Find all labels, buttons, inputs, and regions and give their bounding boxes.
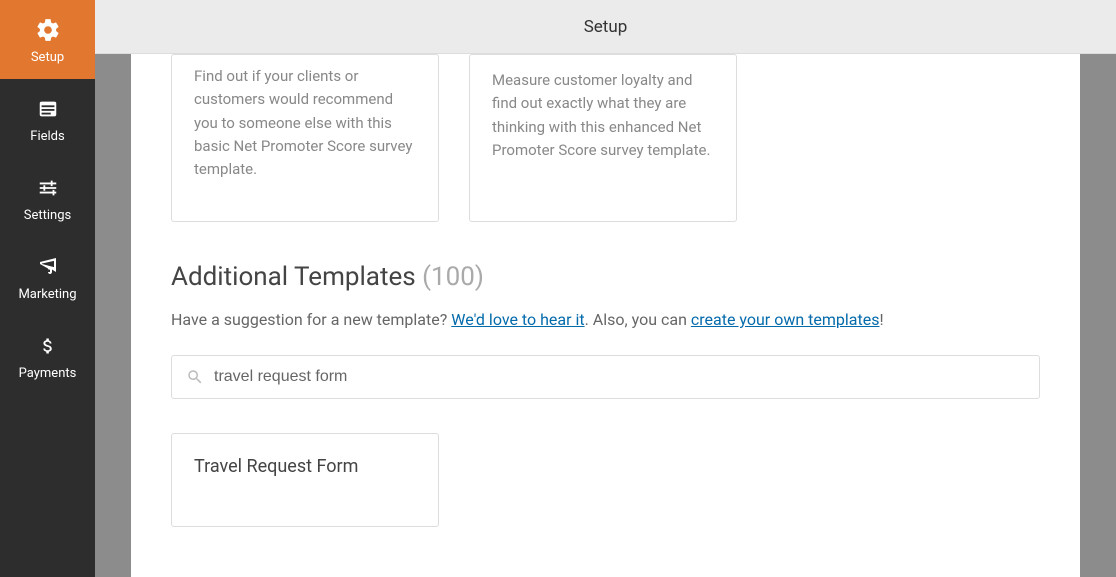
additional-templates-heading: Additional Templates (100) — [171, 262, 1040, 292]
top-bar: Setup — [95, 0, 1116, 54]
suggestion-prefix: Have a suggestion for a new template? — [171, 310, 451, 329]
bullhorn-icon — [34, 253, 62, 281]
suggestion-suffix: ! — [879, 310, 883, 329]
sidebar-item-marketing[interactable]: Marketing — [0, 237, 95, 316]
sidebar-item-payments[interactable]: Payments — [0, 316, 95, 395]
template-search-box[interactable] — [171, 355, 1040, 399]
sidebar-label: Fields — [30, 129, 64, 144]
fields-icon — [34, 95, 62, 123]
sidebar-label: Settings — [24, 208, 71, 223]
gear-icon — [34, 16, 62, 44]
sidebar-label: Setup — [31, 50, 64, 65]
template-result-card[interactable]: Travel Request Form — [171, 433, 439, 527]
page-title: Setup — [584, 17, 628, 37]
content-wrapper: Find out if your clients or customers wo… — [95, 54, 1116, 577]
template-cards-row: Find out if your clients or customers wo… — [171, 54, 1040, 222]
template-card[interactable]: Find out if your clients or customers wo… — [171, 54, 439, 222]
suggestion-link-create-own[interactable]: create your own templates — [691, 310, 880, 329]
sidebar-label: Marketing — [18, 287, 76, 302]
search-icon — [186, 368, 204, 386]
suggestion-link-hear-it[interactable]: We'd love to hear it — [451, 310, 584, 329]
suggestion-mid: . Also, you can — [585, 310, 691, 329]
template-card[interactable]: Measure customer loyalty and find out ex… — [469, 54, 737, 222]
template-count: (100) — [422, 262, 484, 292]
sidebar-label: Payments — [19, 366, 77, 381]
main-area: Setup Find out if your clients or custom… — [95, 0, 1116, 577]
template-card-title-cutoff — [492, 55, 714, 59]
template-result-title: Travel Request Form — [194, 456, 416, 477]
sidebar-item-settings[interactable]: Settings — [0, 158, 95, 237]
sidebar: Setup Fields Settings Marketing Payments — [0, 0, 95, 577]
template-search-input[interactable] — [214, 368, 1025, 386]
dollar-icon — [34, 332, 62, 360]
template-card-description: Measure customer loyalty and find out ex… — [492, 69, 714, 162]
suggestion-text: Have a suggestion for a new template? We… — [171, 310, 1040, 329]
template-card-description: Find out if your clients or customers wo… — [194, 65, 416, 181]
content: Find out if your clients or customers wo… — [131, 54, 1080, 577]
sliders-icon — [34, 174, 62, 202]
sidebar-item-setup[interactable]: Setup — [0, 0, 95, 79]
heading-text: Additional Templates — [171, 262, 416, 292]
sidebar-item-fields[interactable]: Fields — [0, 79, 95, 158]
